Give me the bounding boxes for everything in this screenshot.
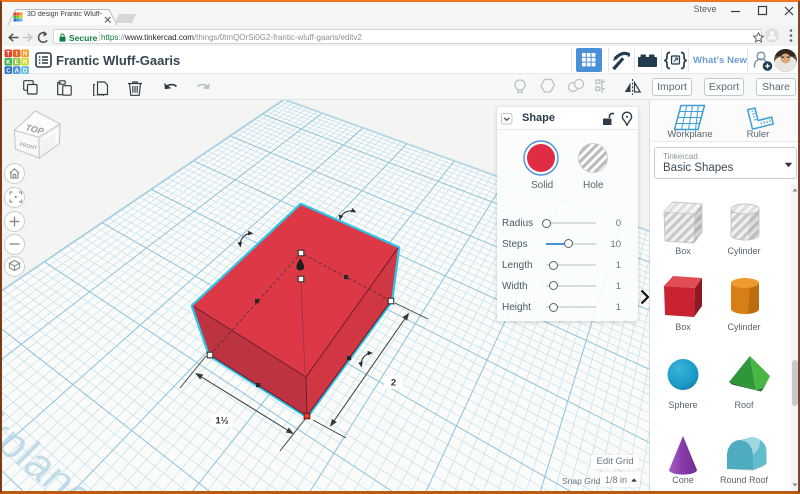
- svg-text:1½: 1½: [215, 416, 228, 427]
- svg-text:R: R: [23, 59, 28, 66]
- svg-text:K: K: [6, 59, 11, 66]
- svg-text:E: E: [15, 59, 19, 66]
- svg-text:T: T: [6, 51, 10, 58]
- svg-text:I: I: [16, 51, 18, 58]
- svg-text:2: 2: [391, 378, 396, 389]
- svg-text:N: N: [23, 51, 28, 58]
